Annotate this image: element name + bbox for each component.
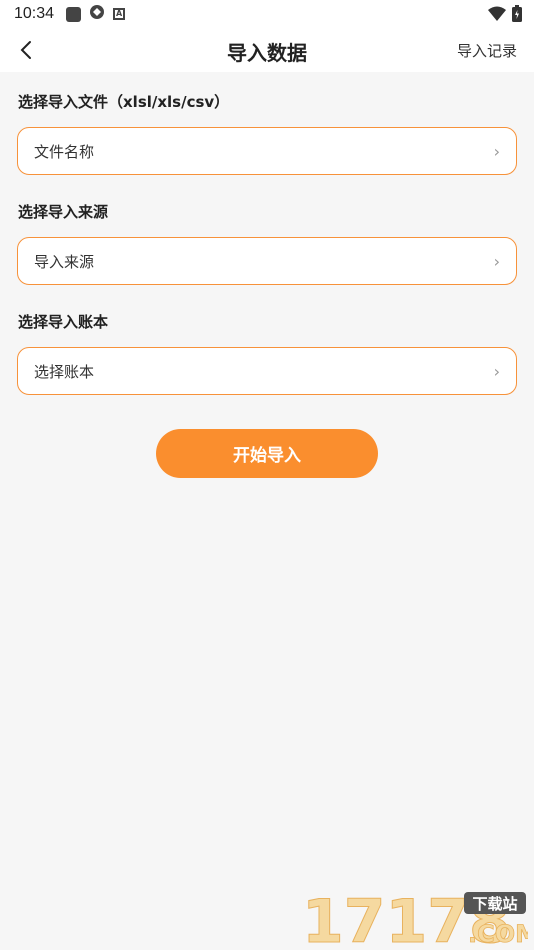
notification-square-icon xyxy=(66,6,82,22)
ledger-picker[interactable]: 选择账本 › xyxy=(17,347,517,395)
file-name-picker[interactable]: 文件名称 › xyxy=(17,127,517,175)
status-right xyxy=(488,5,522,26)
wifi-icon xyxy=(488,6,506,26)
import-source-text: 导入来源 xyxy=(34,252,95,271)
ledger-section-label: 选择导入账本 xyxy=(18,313,109,331)
watermark-logo: 17178 下载站 .COM xyxy=(302,887,534,950)
source-section-label: 选择导入来源 xyxy=(18,203,109,221)
import-source-picker[interactable]: 导入来源 › xyxy=(17,237,517,285)
a-icon: A xyxy=(113,8,126,20)
start-import-button[interactable]: 开始导入 xyxy=(156,429,378,478)
file-name-text: 文件名称 xyxy=(34,142,95,161)
battery-icon xyxy=(512,5,522,26)
sync-icon xyxy=(89,4,105,24)
svg-text:下载站: 下载站 xyxy=(472,895,517,913)
app-bar: 导入数据 导入记录 xyxy=(0,28,534,72)
file-section-label: 选择导入文件（xlsl/xls/csv） xyxy=(18,93,230,111)
ledger-text: 选择账本 xyxy=(34,362,95,381)
chevron-right-icon: › xyxy=(493,141,500,161)
status-time: 10:34 xyxy=(14,5,55,22)
status-bar: 10:34 A xyxy=(0,0,534,28)
page-title: 导入数据 xyxy=(227,41,307,65)
import-record-link[interactable]: 导入记录 xyxy=(457,40,517,61)
chevron-right-icon: › xyxy=(493,251,500,271)
chevron-right-icon: › xyxy=(493,361,500,381)
svg-text:.COM: .COM xyxy=(468,920,528,946)
